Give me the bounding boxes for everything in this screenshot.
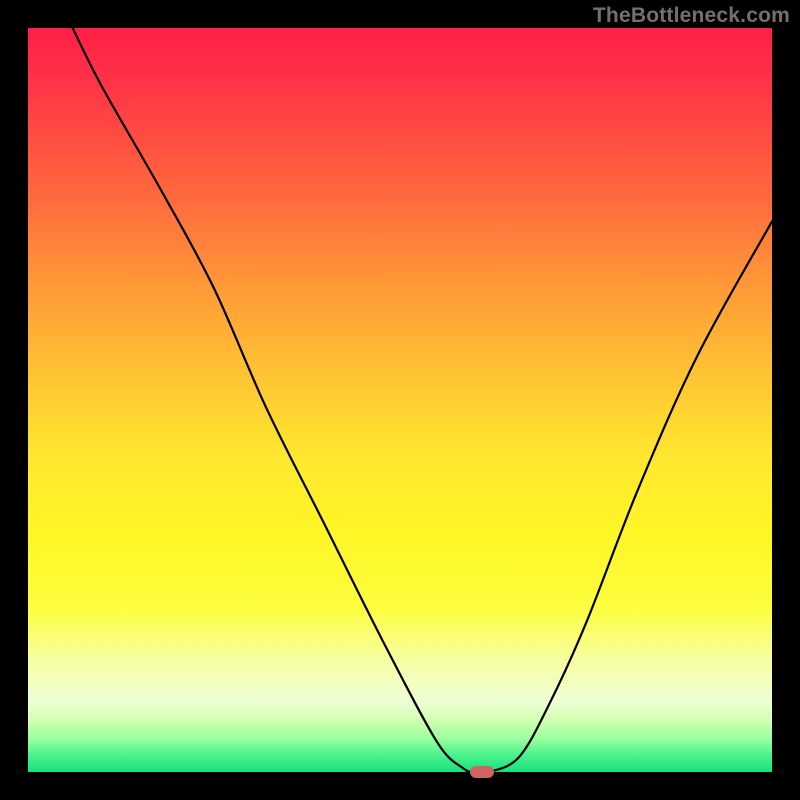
gradient-background [28, 28, 772, 772]
bottleneck-chart [28, 28, 772, 772]
watermark-text: TheBottleneck.com [593, 4, 790, 28]
optimal-point-marker [470, 766, 494, 778]
chart-frame: TheBottleneck.com [0, 0, 800, 800]
